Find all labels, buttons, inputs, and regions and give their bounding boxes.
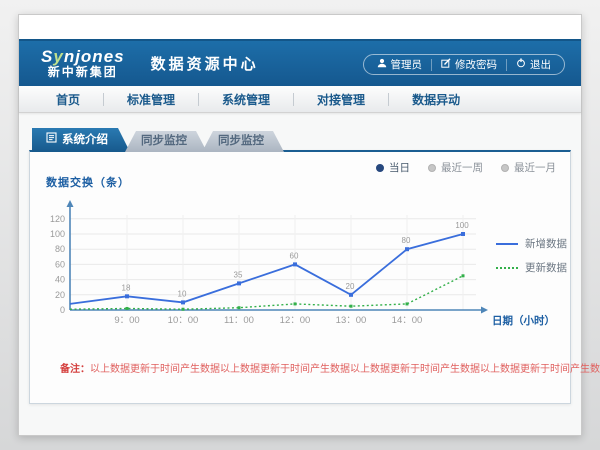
svg-text:9：00: 9：00 bbox=[114, 315, 139, 326]
svg-text:20: 20 bbox=[55, 290, 65, 300]
nav-item-data-change[interactable]: 数据异动 bbox=[389, 91, 483, 108]
nav-item-interface-mgmt[interactable]: 对接管理 bbox=[294, 91, 388, 108]
radio-icon bbox=[376, 164, 384, 172]
legend-line-swatch bbox=[496, 243, 518, 245]
range-radio-today[interactable]: 当日 bbox=[376, 160, 410, 175]
edit-icon bbox=[441, 58, 451, 71]
svg-text:0: 0 bbox=[60, 305, 65, 315]
tab-sync-monitor-2[interactable]: 同步监控 bbox=[202, 131, 284, 152]
svg-text:11：00: 11：00 bbox=[224, 315, 254, 326]
nav-item-system-mgmt[interactable]: 系统管理 bbox=[199, 91, 293, 108]
legend-item-updated-data[interactable]: 更新数据 bbox=[496, 260, 567, 275]
logout-label: 退出 bbox=[530, 57, 551, 72]
logo-text-cn: 新中新集团 bbox=[41, 66, 125, 79]
current-user-button[interactable]: 管理员 bbox=[368, 57, 432, 72]
svg-text:10：00: 10：00 bbox=[168, 315, 199, 326]
footnote-text: 以上数据更新于时间产生数据以上数据更新于时间产生数据以上数据更新于时间产生数据以… bbox=[90, 364, 600, 375]
change-password-label: 修改密码 bbox=[455, 57, 497, 72]
svg-text:14：00: 14：00 bbox=[392, 315, 423, 326]
radio-icon bbox=[428, 164, 436, 172]
page-title: 数据资源中心 bbox=[151, 53, 259, 74]
nav-item-home[interactable]: 首页 bbox=[33, 91, 103, 108]
app-header: Synjones 新中新集团 数据资源中心 管理员 修改密码 bbox=[19, 39, 581, 86]
legend-label: 新增数据 bbox=[525, 236, 567, 251]
svg-text:80: 80 bbox=[55, 244, 65, 254]
document-icon bbox=[46, 128, 57, 152]
browser-top-strip bbox=[19, 15, 581, 39]
user-toolbar: 管理员 修改密码 退出 bbox=[363, 54, 566, 75]
radio-icon bbox=[501, 164, 509, 172]
power-icon bbox=[516, 58, 526, 71]
legend-line-swatch bbox=[496, 267, 518, 269]
y-axis-title: 数据交换（条） bbox=[46, 174, 130, 190]
user-icon bbox=[377, 58, 387, 71]
company-logo[interactable]: Synjones 新中新集团 bbox=[41, 48, 125, 80]
chart-panel: 当日 最近一周 最近一月 数据交换（条） 0 20 40 60 80 100 120 9：00… bbox=[29, 150, 571, 404]
radio-label: 最近一周 bbox=[441, 160, 483, 175]
logo-text-en: Synjones bbox=[41, 48, 125, 67]
chart-legend: 新增数据 更新数据 bbox=[496, 236, 567, 284]
legend-item-new-data[interactable]: 新增数据 bbox=[496, 236, 567, 251]
app-window: Synjones 新中新集团 数据资源中心 管理员 修改密码 bbox=[18, 14, 582, 436]
nav-item-standard-mgmt[interactable]: 标准管理 bbox=[104, 91, 198, 108]
radio-label: 最近一月 bbox=[514, 160, 556, 175]
tab-bar: 系统介绍 同步监控 同步监控 bbox=[32, 128, 571, 152]
svg-text:40: 40 bbox=[55, 275, 65, 285]
svg-text:60: 60 bbox=[290, 251, 299, 260]
time-range-filter: 当日 最近一周 最近一月 bbox=[376, 160, 556, 175]
svg-text:18: 18 bbox=[122, 283, 131, 292]
content-area: 系统介绍 同步监控 同步监控 当日 最近一周 最近一月 数据交 bbox=[19, 113, 581, 404]
logout-button[interactable]: 退出 bbox=[507, 57, 560, 72]
footnote-label: 备注： bbox=[60, 364, 90, 375]
svg-text:100: 100 bbox=[455, 221, 469, 230]
change-password-button[interactable]: 修改密码 bbox=[432, 57, 506, 72]
svg-text:100: 100 bbox=[50, 229, 65, 239]
svg-text:80: 80 bbox=[402, 236, 411, 245]
tab-label: 系统介绍 bbox=[62, 128, 108, 152]
svg-text:35: 35 bbox=[234, 270, 243, 279]
svg-text:日期（小时）: 日期（小时） bbox=[492, 314, 555, 327]
line-chart: 0 20 40 60 80 100 120 9：00 10：00 11：00 12：00 13：00 1… bbox=[30, 196, 574, 346]
svg-text:120: 120 bbox=[50, 214, 65, 224]
svg-text:13：00: 13：00 bbox=[336, 315, 367, 326]
current-user-label: 管理员 bbox=[391, 57, 423, 72]
tab-system-intro[interactable]: 系统介绍 bbox=[32, 128, 130, 152]
footnote: 备注：以上数据更新于时间产生数据以上数据更新于时间产生数据以上数据更新于时间产生… bbox=[60, 360, 600, 375]
svg-text:12：00: 12：00 bbox=[280, 315, 311, 326]
radio-label: 当日 bbox=[389, 160, 410, 175]
svg-text:10: 10 bbox=[178, 289, 187, 298]
tab-sync-monitor-1[interactable]: 同步监控 bbox=[125, 131, 207, 152]
range-radio-month[interactable]: 最近一月 bbox=[501, 160, 556, 175]
chart-area: 0 20 40 60 80 100 120 9：00 10：00 11：00 12：00 13：00 1… bbox=[30, 196, 574, 346]
main-nav: 首页 标准管理 系统管理 对接管理 数据异动 bbox=[19, 86, 581, 113]
svg-text:60: 60 bbox=[55, 259, 65, 269]
legend-label: 更新数据 bbox=[525, 260, 567, 275]
svg-text:20: 20 bbox=[346, 282, 355, 291]
range-radio-week[interactable]: 最近一周 bbox=[428, 160, 483, 175]
